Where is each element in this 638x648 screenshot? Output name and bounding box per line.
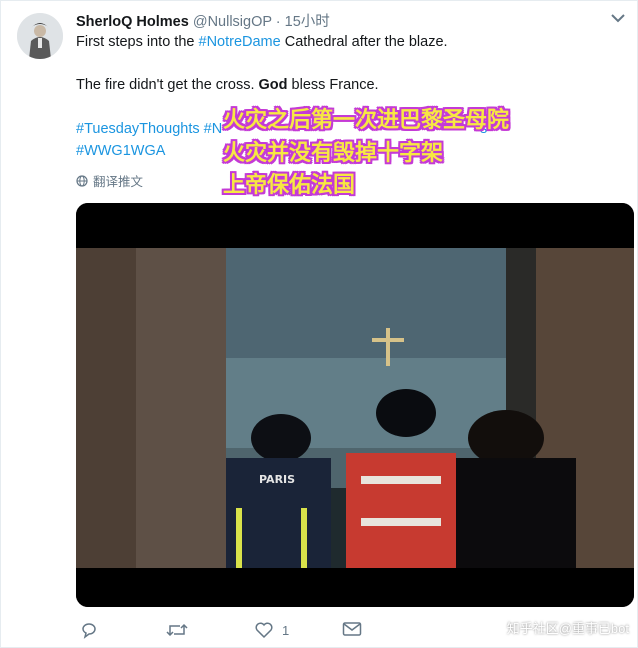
like-count: 1 [282, 622, 290, 638]
author-avatar[interactable] [17, 13, 63, 59]
tweet-text-line-2: The fire didn't get the cross. God bless… [76, 75, 379, 95]
text-segment: bless France. [287, 77, 379, 93]
tweet-time[interactable]: 15小时 [285, 14, 330, 30]
tweet-video[interactable]: PARIS [76, 203, 634, 607]
hashtag-tuesdaythoughts[interactable]: #TuesdayThoughts [76, 121, 200, 137]
globe-icon [76, 174, 88, 187]
cross-shape [372, 338, 404, 342]
hashtag-notredame[interactable]: #NotreDame [199, 34, 281, 50]
firefighter-dark-jacket [456, 458, 576, 568]
firefighter-helmet [376, 389, 436, 437]
tweet-text-line-1: First steps into the #NotreDame Cathedra… [76, 32, 448, 52]
chevron-down-icon[interactable] [609, 11, 627, 25]
retweet-icon [166, 623, 188, 637]
cross-shape [386, 328, 390, 366]
text-segment: First steps into the [76, 34, 199, 50]
firefighter-helmet [468, 410, 544, 466]
direct-message-button[interactable] [342, 621, 362, 637]
jacket-text: PARIS [259, 473, 295, 486]
heart-icon [255, 622, 273, 639]
watermark-text: 知乎社区@重事已bot [506, 621, 629, 636]
text-segment: The fire didn't get the cross. [76, 77, 259, 93]
like-button[interactable]: 1 [254, 621, 289, 639]
translate-tweet-link[interactable]: 翻译推文 [76, 171, 143, 190]
header-separator: · [275, 14, 281, 30]
tweet-actions: 1 [76, 621, 376, 645]
reply-icon [82, 623, 96, 639]
author-name[interactable]: SherloQ Holmes [76, 14, 189, 30]
overlay-caption-2: 火灾并没有毁掉十字架 [223, 141, 444, 166]
tweet-hashtags-line: #TuesdayThoughts #N s [76, 119, 487, 139]
text-segment: Cathedral after the blaze. [280, 34, 448, 50]
hashtag-partial[interactable]: #N [204, 121, 223, 137]
overlay-caption-1: 火灾之后第一次进巴黎圣母院 [223, 108, 510, 133]
video-frame: PARIS [76, 203, 634, 607]
overlay-caption-3: 上帝保佑法国 [223, 173, 356, 198]
tweet-hashtags-line-2: #WWG1WGA [76, 141, 165, 161]
hashtag-wwg1wga[interactable]: #WWG1WGA [76, 143, 165, 159]
author-handle[interactable]: @NullsigOP [193, 14, 272, 30]
firefighter-helmet [251, 414, 311, 462]
mail-icon [342, 622, 362, 636]
tweet-header: SherloQ Holmes @NullsigOP · 15小时 [76, 10, 330, 31]
firefighter-red-jacket [346, 453, 456, 568]
translate-label: 翻译推文 [93, 175, 144, 189]
reply-button[interactable] [80, 621, 98, 639]
retweet-button[interactable] [166, 621, 188, 639]
text-bold-god: God [258, 77, 288, 93]
